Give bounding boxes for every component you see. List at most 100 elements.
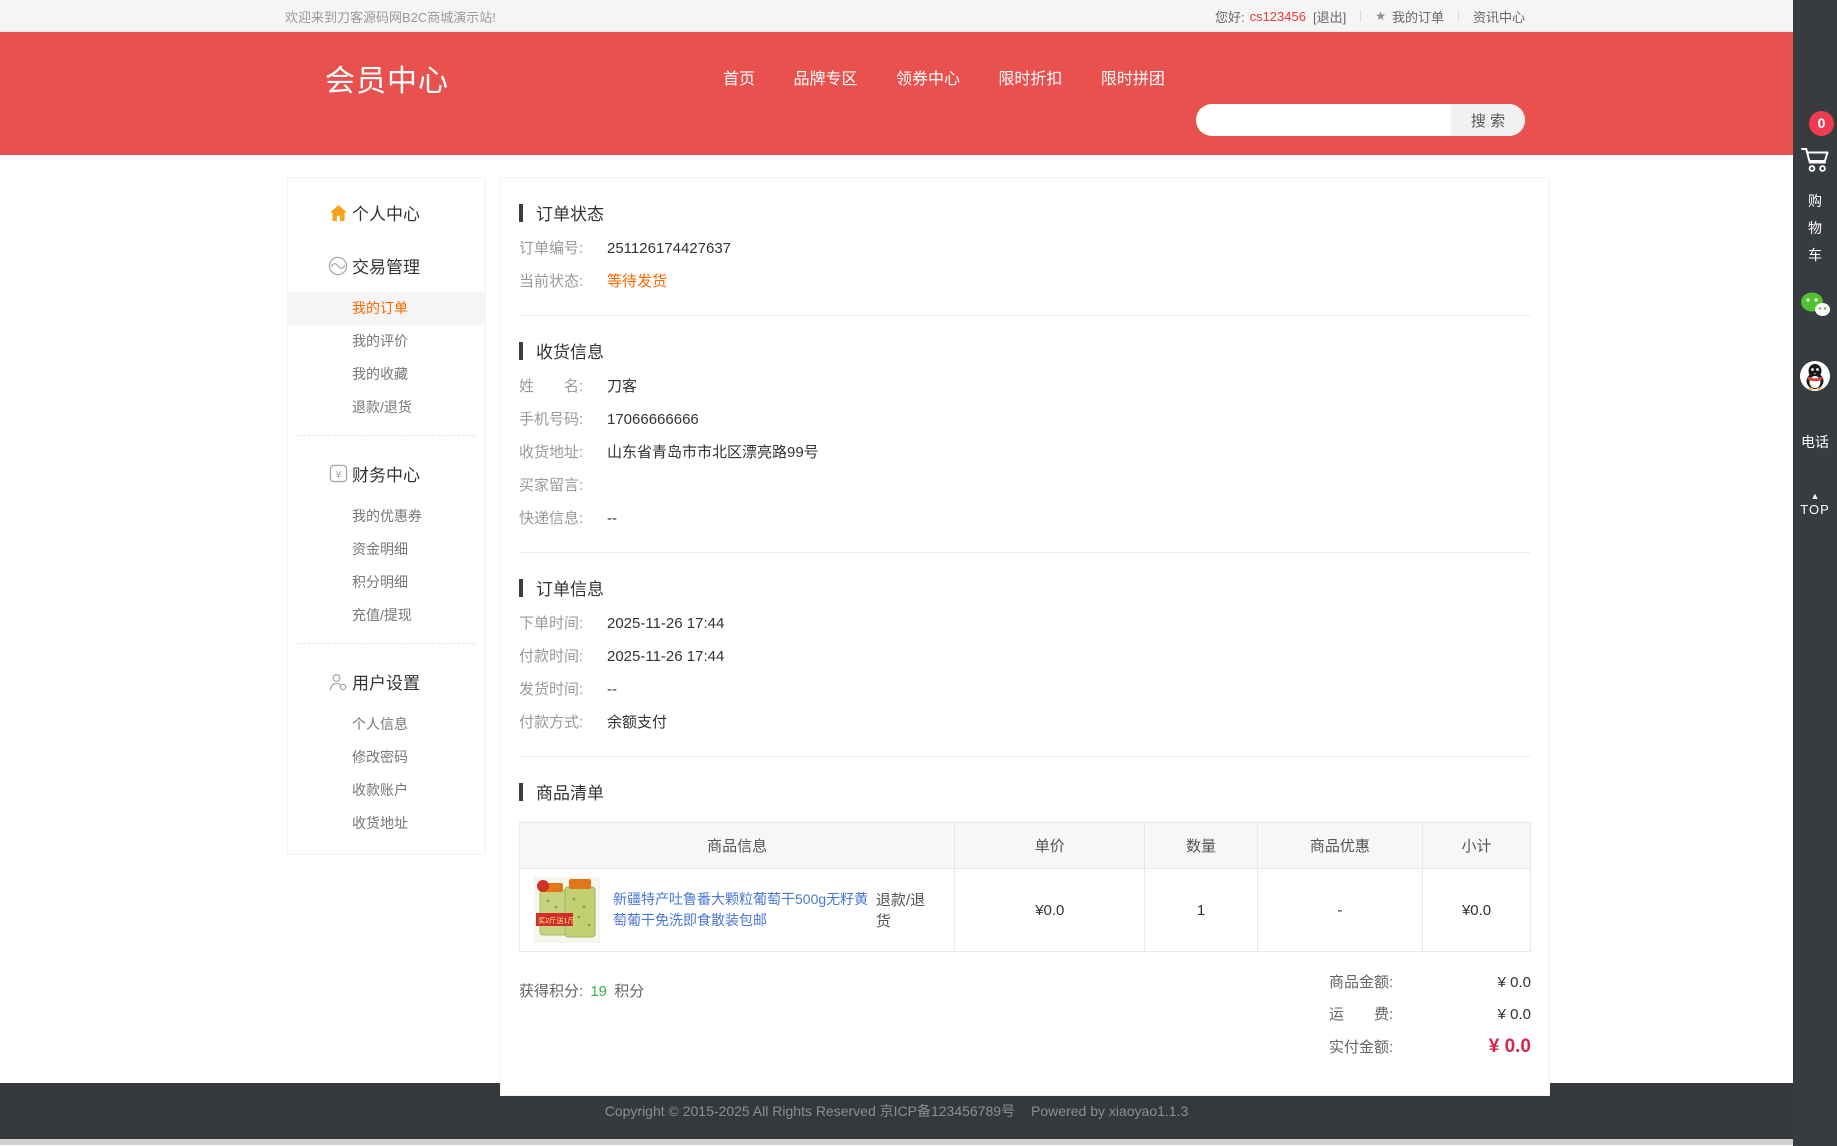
sidebar-section-trade[interactable]: 交易管理 <box>288 239 485 292</box>
sidebar-item-change-password[interactable]: 修改密码 <box>288 741 485 774</box>
points-label: 获得积分: <box>519 983 583 1000</box>
title-bar-decoration <box>519 342 523 360</box>
totals-block: 商品金额: ¥ 0.0 运 费: ¥ 0.0 实付金额: ¥ 0.0 <box>1329 974 1531 1071</box>
nav-item-flash-discount[interactable]: 限时折扣 <box>998 65 1062 89</box>
main: 个人中心 交易管理 我的订单 我的评价 我的收藏 退款/退货 ¥ <box>0 155 1793 1083</box>
product-image[interactable]: 买2斤送1斤 <box>534 877 600 943</box>
total-row: 运 费: ¥ 0.0 <box>1329 1006 1531 1024</box>
total-label: 实付金额: <box>1329 1039 1393 1057</box>
section-divider <box>519 315 1531 316</box>
section-title-text: 订单信息 <box>536 575 604 600</box>
finance-icon: ¥ <box>328 464 348 484</box>
field-label: 付款方式: <box>519 714 607 732</box>
section-order-status: 订单状态 <box>519 200 1531 225</box>
sidebar-item-my-reviews[interactable]: 我的评价 <box>288 325 485 358</box>
paid-amount: ¥ 0.0 <box>1489 1038 1531 1056</box>
user-settings-icon <box>328 672 348 692</box>
nav-item-home[interactable]: 首页 <box>723 65 755 89</box>
cart-label[interactable]: 购 物 车 <box>1793 188 1837 269</box>
logout-link[interactable]: [退出] <box>1313 7 1346 26</box>
nav-item-group-buy[interactable]: 限时拼团 <box>1101 65 1165 89</box>
field-label: 付款时间: <box>519 648 607 666</box>
svg-text:¥: ¥ <box>334 470 341 481</box>
payment-time: 2025-11-26 17:44 <box>607 648 724 666</box>
sidebar-item-my-orders[interactable]: 我的订单 <box>288 292 485 325</box>
page: 欢迎来到刀客源码网B2C商城演示站! 您好: cs123456 [退出] ★ 我… <box>0 0 1793 1145</box>
field-label: 当前状态: <box>519 273 607 291</box>
field-row: 买家留言: <box>519 477 1531 495</box>
sidebar-item-my-favorites[interactable]: 我的收藏 <box>288 358 485 391</box>
section-divider <box>519 552 1531 553</box>
sidebar-divider <box>298 435 475 436</box>
points-value: 19 <box>590 983 607 1000</box>
sidebar-item-personal-info[interactable]: 个人信息 <box>288 708 485 741</box>
shipping-address: 山东省青岛市市北区漂亮路99号 <box>607 444 819 462</box>
nav-item-brand-zone[interactable]: 品牌专区 <box>793 65 857 89</box>
sidebar-item-shipping-address[interactable]: 收货地址 <box>288 807 485 840</box>
section-shipping-info: 收货信息 <box>519 338 1531 363</box>
sidebar-section-label: 用户设置 <box>352 674 420 693</box>
up-arrow-icon: ▲ <box>1793 492 1837 501</box>
sidebar-section-label: 个人中心 <box>352 205 420 224</box>
payment-method: 余额支付 <box>607 714 667 732</box>
phone-button[interactable]: 电话 <box>1793 432 1837 452</box>
refund-return-link[interactable]: 退款/退货 <box>876 889 940 931</box>
title-bar-decoration <box>519 783 523 801</box>
field-label: 下单时间: <box>519 615 607 633</box>
sidebar-item-my-coupons[interactable]: 我的优惠券 <box>288 500 485 533</box>
goods-amount: ¥ 0.0 <box>1498 974 1531 992</box>
section-title-text: 订单状态 <box>536 200 604 225</box>
separator <box>1360 10 1361 22</box>
phone-number: 17066666666 <box>607 411 699 429</box>
field-row: 当前状态: 等待发货 <box>519 273 1531 291</box>
sidebar-section-personal-center[interactable]: 个人中心 <box>288 186 485 239</box>
sidebar-item-payment-account[interactable]: 收款账户 <box>288 774 485 807</box>
search-button[interactable]: 搜 索 <box>1451 104 1525 136</box>
field-label: 买家留言: <box>519 477 607 495</box>
product-cell: 买2斤送1斤 新疆特产吐鲁番大颗粒葡萄干500g无籽黄萄葡干免洗即食散装包邮 退… <box>520 869 954 951</box>
wechat-icon[interactable] <box>1799 290 1831 325</box>
shipment-time: -- <box>607 681 617 699</box>
username: cs123456 <box>1250 9 1306 24</box>
search-input[interactable] <box>1196 104 1451 136</box>
sidebar-item-fund-details[interactable]: 资金明细 <box>288 533 485 566</box>
back-to-top-button[interactable]: ▲ TOP <box>1793 492 1837 519</box>
main-nav: 首页 品牌专区 领券中心 限时折扣 限时拼团 <box>723 65 1199 89</box>
total-label: 运 费: <box>1329 1006 1393 1024</box>
sidebar-divider <box>298 643 475 644</box>
title-bar-decoration <box>519 204 523 222</box>
field-row: 发货时间: -- <box>519 681 1531 699</box>
copyright-text: Copyright © 2015-2025 All Rights Reserve… <box>605 1103 1015 1119</box>
order-detail-panel: 订单状态 订单编号: 251126174427637 当前状态: 等待发货 收货… <box>500 177 1550 1096</box>
product-name-link[interactable]: 新疆特产吐鲁番大颗粒葡萄干500g无籽黄萄葡干免洗即食散装包邮 <box>613 889 876 931</box>
my-orders-link[interactable]: 我的订单 <box>1392 7 1444 26</box>
field-label: 姓 名: <box>519 378 607 396</box>
field-row: 收货地址: 山东省青岛市市北区漂亮路99号 <box>519 444 1531 462</box>
subtotal-cell: ¥0.0 <box>1423 869 1531 952</box>
news-link[interactable]: 资讯中心 <box>1473 7 1525 26</box>
header: 会员中心 首页 品牌专区 领券中心 限时折扣 限时拼团 搜 索 <box>0 32 1793 155</box>
sidebar-item-refund-return[interactable]: 退款/退货 <box>288 391 485 424</box>
table-header-row: 商品信息 单价 数量 商品优惠 小计 <box>520 823 1531 869</box>
cart-count-badge: 0 <box>1809 111 1834 136</box>
nav-item-coupon-center[interactable]: 领券中心 <box>896 65 960 89</box>
search-bar: 搜 索 <box>1196 104 1525 136</box>
field-row: 快递信息: -- <box>519 510 1531 528</box>
column-header-quantity: 数量 <box>1145 823 1257 869</box>
field-row: 付款时间: 2025-11-26 17:44 <box>519 648 1531 666</box>
sidebar-section-user-settings[interactable]: 用户设置 <box>288 655 485 708</box>
status-badge: 等待发货 <box>607 273 667 291</box>
powered-by-text: Powered by xiaoyao1.1.3 <box>1031 1103 1188 1119</box>
sidebar-item-recharge-withdraw[interactable]: 充值/提现 <box>288 599 485 632</box>
cart-icon[interactable] <box>1800 145 1830 178</box>
total-label: 商品金额: <box>1329 974 1393 992</box>
topbar: 欢迎来到刀客源码网B2C商城演示站! 您好: cs123456 [退出] ★ 我… <box>0 0 1793 32</box>
sidebar-item-points-details[interactable]: 积分明细 <box>288 566 485 599</box>
trade-icon <box>328 256 348 276</box>
points-unit: 积分 <box>614 983 644 1000</box>
field-label: 收货地址: <box>519 444 607 462</box>
sidebar-section-finance[interactable]: ¥ 财务中心 <box>288 447 485 500</box>
column-header-product: 商品信息 <box>520 823 955 869</box>
qq-icon[interactable] <box>1799 360 1831 397</box>
field-row: 订单编号: 251126174427637 <box>519 240 1531 258</box>
